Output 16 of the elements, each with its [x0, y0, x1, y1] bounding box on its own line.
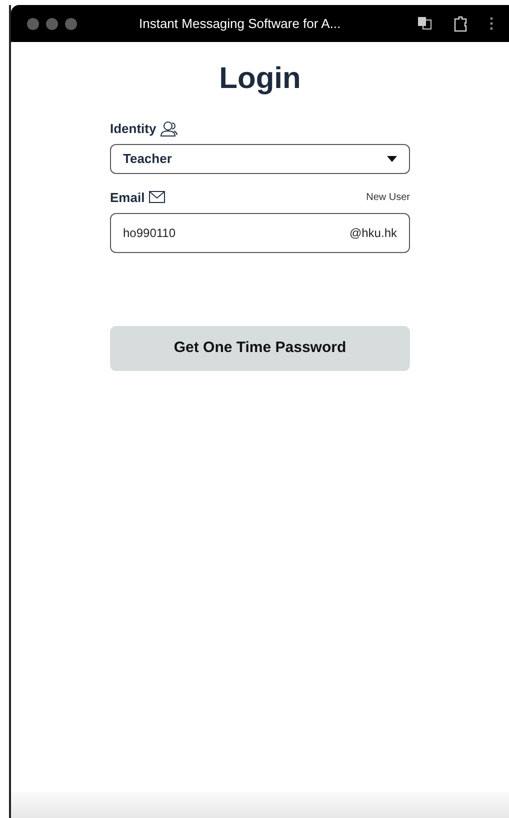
menu-icon[interactable]	[490, 17, 493, 30]
mail-icon	[148, 191, 165, 204]
identity-label: Identity	[110, 120, 156, 138]
email-domain: @hku.hk	[349, 225, 397, 242]
window-title: Instant Messaging Software for A...	[139, 14, 341, 33]
email-label: Email	[110, 188, 145, 206]
email-field[interactable]: ho990110 @hku.hk	[110, 213, 410, 253]
window-control-icon[interactable]	[46, 18, 58, 30]
window-control-icon[interactable]	[27, 18, 39, 30]
window-control-icon[interactable]	[65, 18, 77, 30]
user-icon	[160, 120, 178, 137]
page-heading: Login	[219, 61, 301, 97]
otp-button[interactable]: Get One Time Password	[110, 326, 410, 371]
new-user-link[interactable]: New User	[366, 190, 410, 205]
caret-icon	[387, 156, 397, 162]
identity-select[interactable]: Teacher	[110, 144, 410, 174]
